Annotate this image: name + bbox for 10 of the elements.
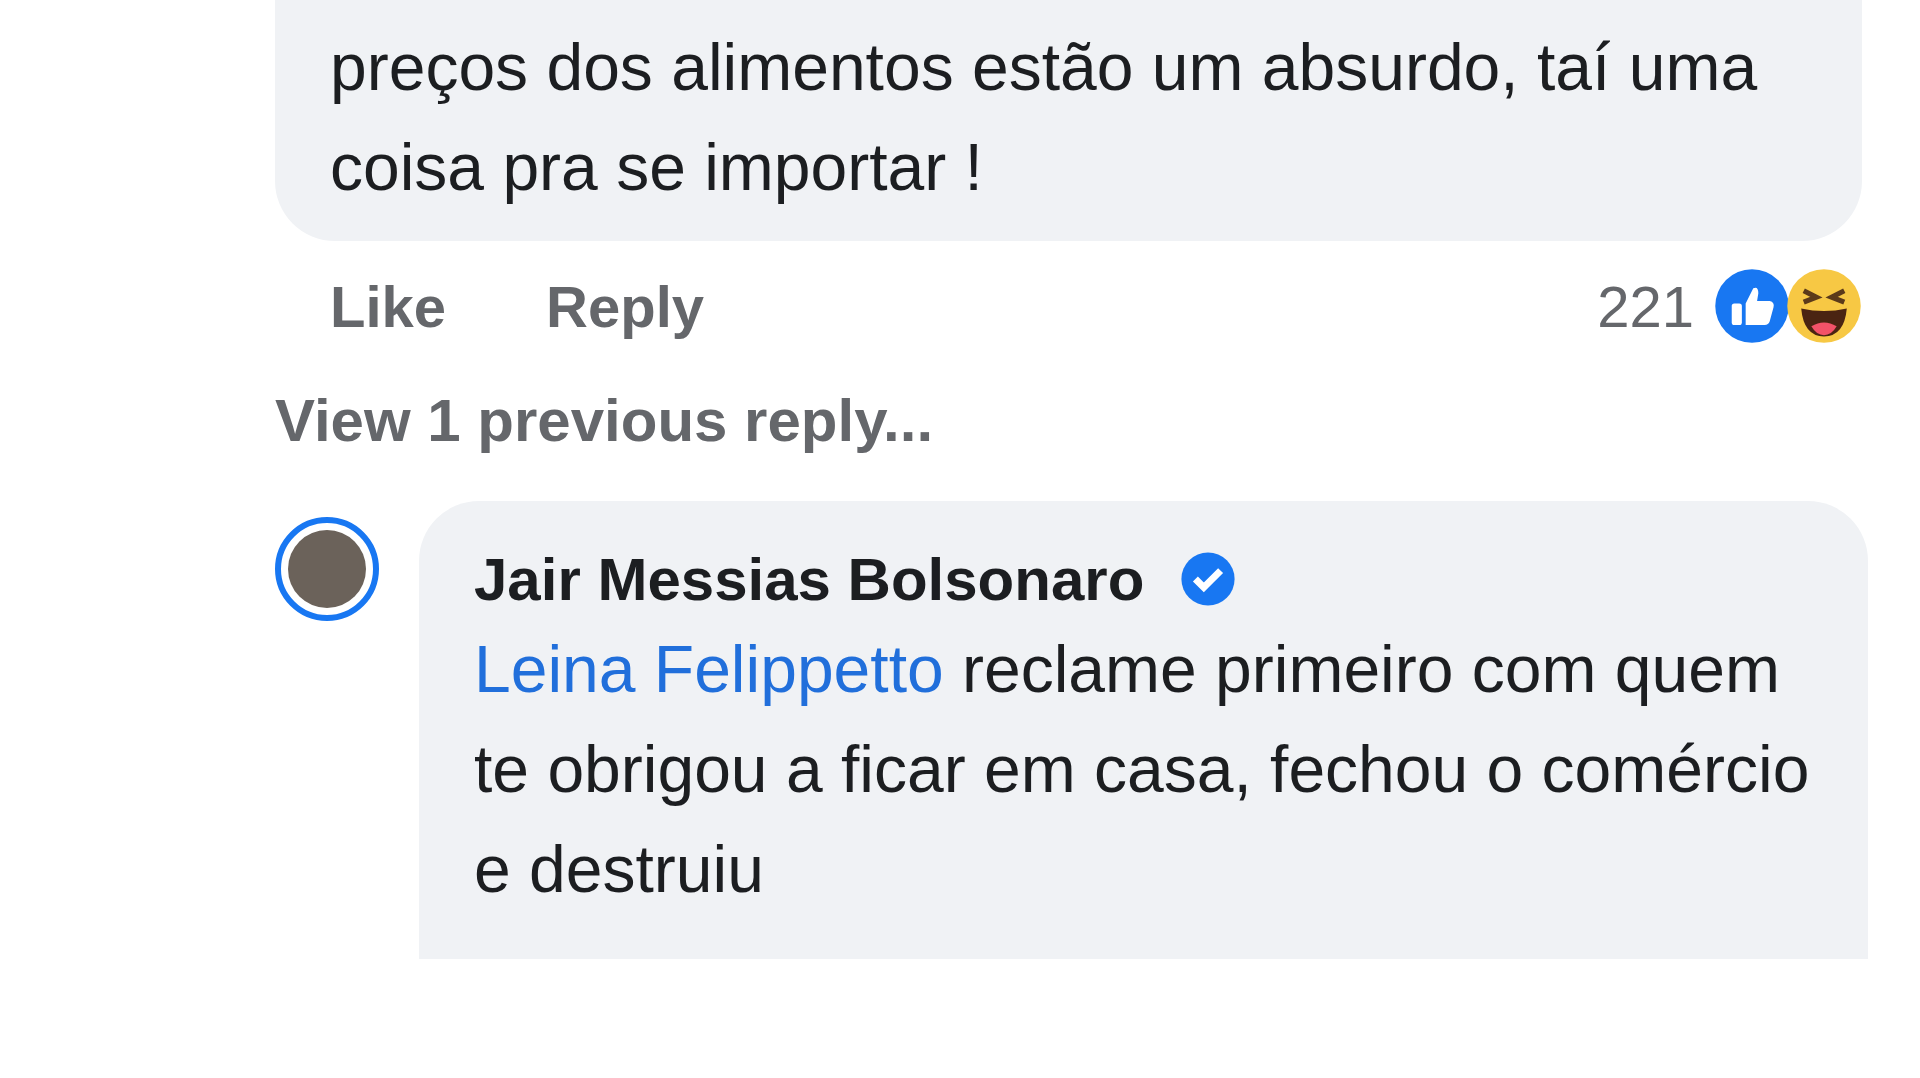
mention-link[interactable]: Leina Felippetto (474, 632, 944, 706)
reaction-count: 221 (1597, 272, 1694, 340)
comment-text: preços dos alimentos estão um absurdo, taí uma coisa pra se importar ! (330, 29, 1759, 206)
thumbs-up-icon (1714, 268, 1790, 344)
reply-text: Leina Felippetto reclame primeiro com quem te obrigou a ficar em casa, fechou o comércio e destruiu (474, 631, 1811, 908)
comment-action-link[interactable]: Reply (546, 272, 704, 340)
laughing-face-icon (1786, 268, 1862, 344)
author-name[interactable]: Jair Messias Bolsonaro (474, 544, 1145, 614)
comment-action-link[interactable]: Like (330, 272, 447, 340)
view-replies-link[interactable]: View 1 previous reply... (275, 371, 1920, 471)
